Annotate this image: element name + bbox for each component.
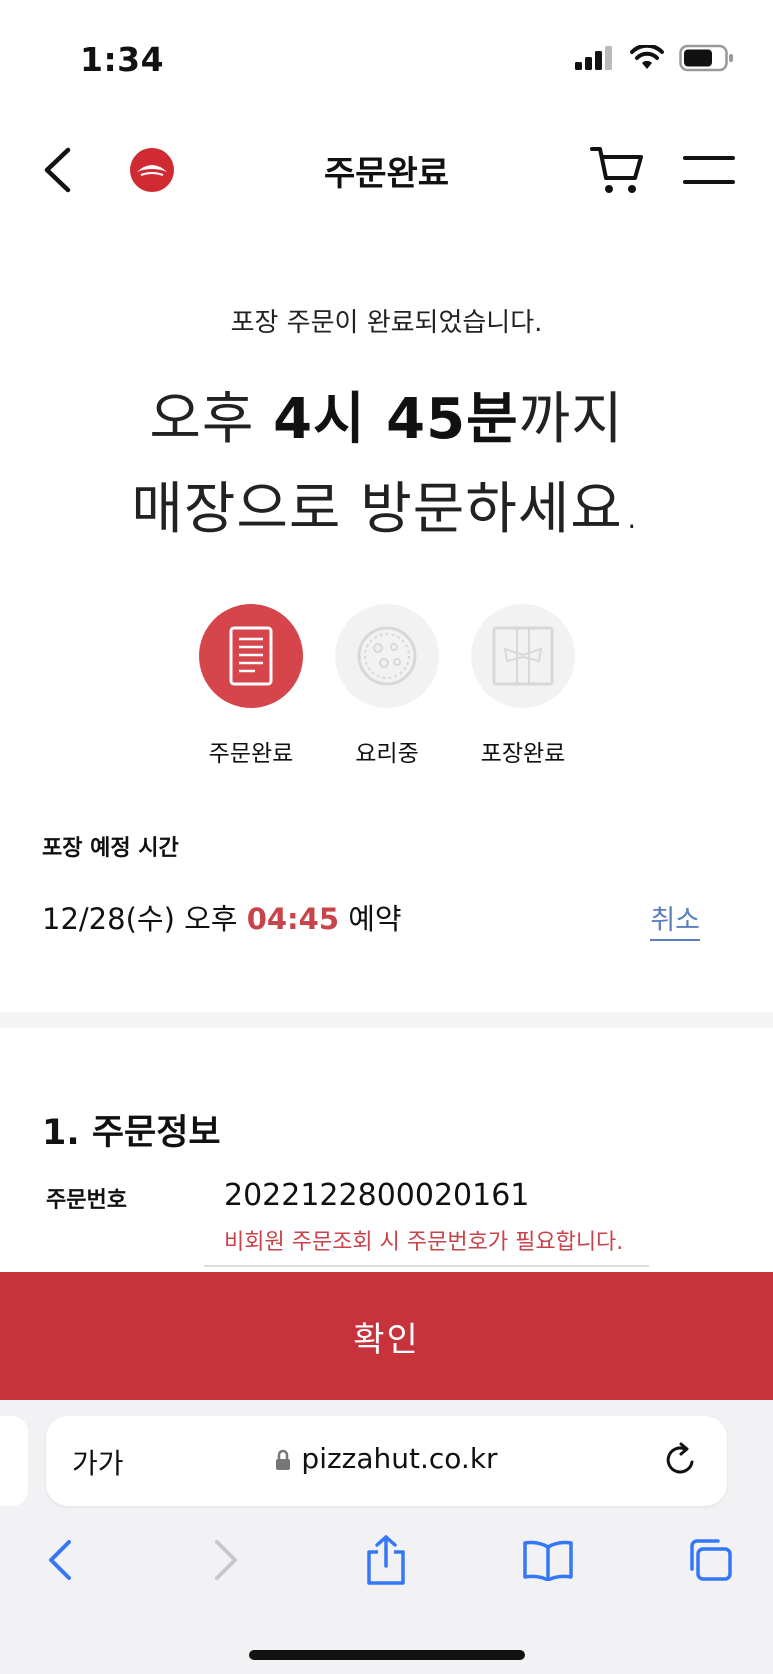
address-bar[interactable]: 가가 pizzahut.co.kr xyxy=(46,1416,727,1506)
confirm-button[interactable]: 확인 xyxy=(0,1272,773,1400)
status-time: 1:34 xyxy=(80,40,165,79)
visit-store-heading: 매장으로 방문하세요. xyxy=(131,477,642,542)
pickup-time-heading: 오후 4시 45분까지 xyxy=(0,374,773,455)
url-text: pizzahut.co.kr xyxy=(301,1442,498,1475)
share-icon xyxy=(367,1535,405,1585)
reservation-time: 04:45 xyxy=(246,902,339,936)
order-number: 2022122800020161 xyxy=(224,1178,530,1213)
package-icon xyxy=(492,626,554,686)
chevron-right-icon xyxy=(215,1540,237,1580)
previous-tab-preview[interactable] xyxy=(0,1416,28,1506)
lock-icon xyxy=(276,1449,291,1470)
browser-back-button[interactable] xyxy=(30,1530,90,1590)
browser-toolbar xyxy=(0,1530,773,1610)
reservation-date: 12/28(수) 오후 xyxy=(42,902,247,936)
pizza-icon xyxy=(357,626,417,686)
step-label: 요리중 xyxy=(355,741,419,767)
cart-button[interactable] xyxy=(589,144,645,196)
step-circle xyxy=(471,604,575,708)
pickup-time-suffix: 까지 xyxy=(518,387,624,452)
reload-icon xyxy=(666,1442,694,1474)
browser-chrome: 가가 pizzahut.co.kr xyxy=(0,1400,773,1674)
order-number-underline xyxy=(204,1265,649,1267)
menu-button[interactable] xyxy=(683,152,735,188)
order-number-label: 주문번호 xyxy=(46,1188,127,1213)
step-packed: 포장완료 xyxy=(453,604,593,768)
tabs-button[interactable] xyxy=(680,1530,740,1590)
order-info-title: 1. 주문정보 xyxy=(42,1113,221,1153)
step-circle xyxy=(335,604,439,708)
chevron-left-icon xyxy=(49,1540,71,1580)
reload-button[interactable] xyxy=(661,1440,701,1480)
completion-message: 포장 주문이 완료되었습니다. xyxy=(230,308,543,338)
cellular-signal-icon xyxy=(575,46,612,70)
step-label: 주문완료 xyxy=(208,741,294,767)
home-indicator xyxy=(249,1650,525,1660)
tabs-icon xyxy=(690,1539,732,1581)
wifi-icon xyxy=(630,45,664,69)
pickup-time-value: 4시 45분 xyxy=(273,387,519,452)
status-icons xyxy=(575,44,735,72)
browser-forward-button[interactable] xyxy=(196,1530,256,1590)
page-title: 주문완료 xyxy=(323,154,450,194)
status-bar: 1:34 xyxy=(0,0,773,120)
pickup-reservation: 12/28(수) 오후 04:45 예약 xyxy=(42,896,402,938)
book-icon xyxy=(523,1540,573,1581)
step-cooking: 요리중 xyxy=(317,604,457,768)
step-label: 포장완료 xyxy=(480,741,566,767)
order-number-note: 비회원 주문조회 시 주문번호가 필요합니다. xyxy=(224,1230,624,1255)
step-circle-active xyxy=(199,604,303,708)
reservation-suffix: 예약 xyxy=(339,902,402,936)
pickup-time-prefix: 오후 xyxy=(149,387,274,452)
step-order-complete: 주문완료 xyxy=(181,604,321,768)
receipt-icon xyxy=(229,626,273,686)
pickup-schedule-label: 포장 예정 시간 xyxy=(42,836,179,861)
order-progress-steps: 주문완료 요리중 포장완료 xyxy=(0,604,773,774)
url-display[interactable]: pizzahut.co.kr xyxy=(46,1442,727,1475)
app-header: 주문완료 xyxy=(0,130,773,210)
share-button[interactable] xyxy=(356,1530,416,1590)
battery-icon xyxy=(679,44,733,72)
section-divider xyxy=(0,1012,773,1028)
cancel-link[interactable]: 취소 xyxy=(650,898,700,941)
cart-icon xyxy=(590,147,643,193)
bookmarks-button[interactable] xyxy=(518,1530,578,1590)
hamburger-menu-icon xyxy=(683,156,735,184)
